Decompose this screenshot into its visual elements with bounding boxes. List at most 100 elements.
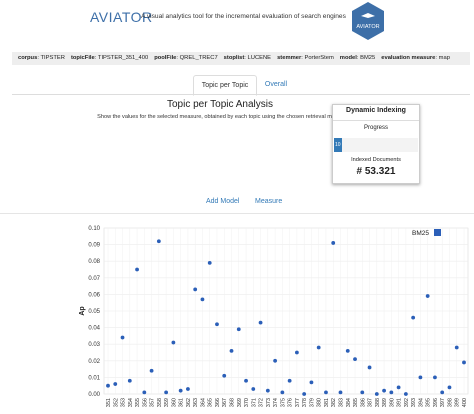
data-point — [280, 390, 285, 395]
x-tick-label: 363 — [193, 398, 199, 407]
data-point — [215, 322, 219, 327]
data-point — [200, 297, 205, 302]
data-point — [207, 260, 212, 265]
x-tick-label: 358 — [157, 398, 163, 407]
app-tagline: A visual analytics tool for the incremen… — [141, 13, 346, 20]
data-point — [403, 392, 408, 396]
y-tick-label: 0.06 — [88, 292, 100, 298]
action-links: Add Model Measure — [0, 198, 474, 210]
aviator-logo: AVIATOR — [352, 2, 384, 40]
info-key: corpus — [18, 55, 38, 61]
x-tick-label: 369 — [237, 398, 243, 407]
data-point — [171, 340, 176, 345]
data-point — [193, 287, 198, 292]
x-tick-label: 359 — [164, 398, 170, 407]
legend-swatch — [434, 229, 441, 236]
info-value: QREL_TREC7 — [179, 55, 218, 61]
data-point — [106, 383, 110, 388]
data-point — [229, 348, 234, 353]
x-tick-label: 390 — [389, 398, 395, 407]
data-point — [447, 385, 452, 390]
data-point — [382, 388, 386, 393]
x-tick-label: 357 — [150, 398, 156, 407]
info-key: evaluation measure — [381, 55, 436, 61]
add-model-link[interactable]: Add Model — [206, 198, 239, 205]
y-tick-label: 0.05 — [88, 309, 100, 315]
x-tick-label: 380 — [317, 398, 323, 407]
data-point — [186, 387, 190, 391]
data-point — [374, 392, 379, 396]
measure-link[interactable]: Measure — [255, 198, 282, 205]
y-axis-ticks: 0.00 0.01 0.02 0.03 0.04 0.05 0.06 0.07 0.08 0.09… — [88, 226, 100, 398]
data-point — [273, 358, 278, 363]
data-point — [222, 373, 227, 378]
data-point — [324, 390, 328, 395]
info-value: PorterStem — [304, 55, 334, 61]
x-tick-label: 383 — [338, 398, 344, 407]
data-point — [258, 320, 263, 325]
data-point — [338, 390, 343, 395]
x-tick-label: 364 — [200, 398, 206, 407]
x-tick-label: 372 — [259, 398, 265, 407]
y-tick-label: 0.08 — [88, 259, 100, 265]
data-point — [360, 390, 365, 395]
x-tick-label: 360 — [171, 398, 177, 407]
info-key: stoplist — [223, 55, 245, 61]
x-tick-label: 393 — [411, 398, 417, 407]
x-tick-label: 376 — [288, 398, 294, 407]
x-tick-label: 389 — [382, 398, 388, 407]
x-tick-label: 355 — [135, 398, 141, 407]
data-point — [127, 378, 132, 383]
progress-label: Progress — [363, 125, 388, 131]
data-point — [265, 388, 270, 393]
data-point — [353, 357, 357, 362]
tab-overall[interactable]: Overall — [256, 75, 296, 94]
info-key: stemmer — [277, 55, 302, 61]
indexed-documents-value: # 53.321 — [356, 166, 396, 177]
data-point — [302, 392, 307, 396]
app-header: AVIATOR A visual analytics tool for the … — [0, 0, 474, 46]
panel-divider — [333, 120, 419, 121]
y-tick-label: 0.10 — [88, 226, 100, 232]
x-tick-label: 371 — [251, 398, 257, 407]
chart-legend: BM25 — [412, 229, 441, 237]
x-tick-label: 366 — [215, 398, 221, 407]
x-tick-label: 368 — [230, 398, 236, 407]
data-point — [440, 390, 445, 395]
tab-topic-per-topic[interactable]: Topic per Topic — [193, 75, 257, 96]
x-tick-label: 375 — [280, 398, 286, 407]
y-axis-label: Ap — [79, 306, 86, 315]
y-tick-label: 0.03 — [88, 342, 100, 348]
info-item: stoplist: LUCENE — [224, 55, 271, 61]
data-point — [331, 241, 336, 245]
info-value: TIPSTER — [40, 55, 65, 61]
data-point — [345, 348, 350, 353]
info-item: evaluation measure: map — [381, 55, 450, 61]
x-tick-label: 365 — [208, 398, 214, 407]
info-key: poolFile — [154, 55, 177, 61]
y-tick-label: 0.00 — [88, 392, 100, 398]
x-tick-label: 384 — [346, 398, 352, 407]
config-info-bar: corpus: TIPSTER topicFile: TIPSTER_351_40… — [12, 52, 470, 65]
x-tick-label: 397 — [440, 398, 446, 407]
x-tick-label: 377 — [295, 398, 301, 407]
y-tick-label: 0.09 — [88, 243, 100, 249]
chart-points — [106, 239, 466, 396]
x-tick-label: 370 — [244, 398, 250, 407]
x-tick-label: 353 — [121, 398, 127, 407]
data-point — [178, 388, 183, 393]
tab-divider — [12, 94, 470, 95]
x-tick-label: 398 — [447, 398, 453, 407]
info-value: BM25 — [360, 55, 376, 61]
info-item: topicFile: TIPSTER_351_400 — [71, 55, 148, 61]
data-point — [251, 387, 256, 391]
x-tick-label: 379 — [309, 398, 315, 407]
data-point — [418, 375, 423, 380]
x-tick-label: 352 — [113, 398, 119, 407]
info-item: poolFile: QREL_TREC7 — [154, 55, 217, 61]
x-tick-label: 354 — [128, 398, 134, 407]
data-point — [425, 294, 430, 298]
data-point — [156, 239, 161, 244]
data-point — [396, 385, 401, 390]
y-tick-label: 0.02 — [88, 359, 100, 365]
